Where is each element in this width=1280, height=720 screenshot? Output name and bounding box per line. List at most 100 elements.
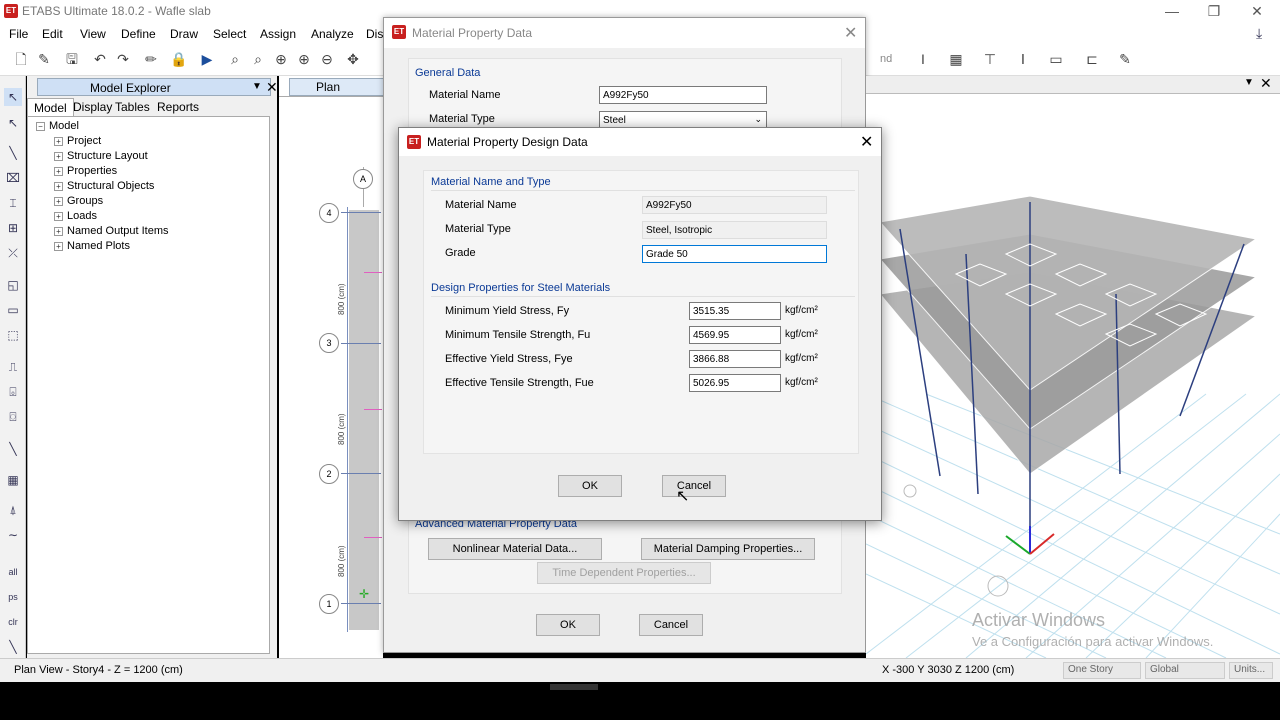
frame-icon[interactable]: ▦ [947,50,965,68]
3d-view-window[interactable]: ▼ ✕ Activar Windows Ve a Configuración p… [866,75,1280,658]
expand-icon[interactable]: + [54,136,63,146]
tree-item-properties[interactable]: + Properties [54,164,117,179]
menu-edit[interactable]: Edit [42,27,63,41]
expand-icon[interactable]: + [54,211,63,221]
nonlinear-material-data-button[interactable]: Nonlinear Material Data... [428,538,602,560]
min-yield-stress-input[interactable]: 3515.35 [689,302,781,320]
menu-draw[interactable]: Draw [170,27,198,41]
new-model-icon[interactable]: 🗋 [12,50,30,68]
tab-reports[interactable]: Reports [151,98,205,116]
material-damping-properties-button[interactable]: Material Damping Properties... [641,538,815,560]
select-all-icon[interactable]: all [4,563,22,581]
zoom-out-icon[interactable]: ⊕ [295,50,313,68]
open-icon[interactable]: ✎ [35,50,53,68]
draw-column-icon[interactable]: ⌶ [4,194,22,212]
beam-icon[interactable]: ⊤ [981,50,999,68]
draw-section-cut-icon[interactable]: ⍋ [4,501,22,519]
expand-icon[interactable]: + [54,166,63,176]
text-tool-icon[interactable]: I [914,50,932,68]
minimize-icon[interactable]: — [1161,2,1183,20]
pencil-icon[interactable]: ✏ [142,50,160,68]
wall-icon[interactable]: ⊏ [1083,50,1101,68]
draw-brace-icon[interactable]: ⌧ [4,169,22,187]
undo-icon[interactable]: ↶ [91,50,109,68]
draw-area-icon[interactable]: ◱ [4,276,22,294]
tree-item-structural-objects[interactable]: + Structural Objects [54,179,154,194]
menu-analyze[interactable]: Analyze [311,27,354,41]
ok-button[interactable]: OK [558,475,622,497]
expand-icon[interactable]: + [54,181,63,191]
expand-icon[interactable]: + [54,226,63,236]
close-icon[interactable]: ✕ [1246,2,1268,20]
tree-item-named-output-items[interactable]: + Named Output Items [54,224,169,239]
min-tensile-strength-input[interactable]: 4569.95 [689,326,781,344]
time-dependent-properties-button[interactable]: Time Dependent Properties... [537,562,711,584]
zoom-restore-icon[interactable]: ⌕ [249,50,267,68]
story-select[interactable]: One Story [1063,662,1141,679]
tree-item-groups[interactable]: + Groups [54,194,103,209]
draw-quick-area-icon[interactable]: ⬚ [4,326,22,344]
expand-icon[interactable]: + [54,151,63,161]
taskbar-app-indicator[interactable] [550,684,598,690]
menu-select[interactable]: Select [213,27,246,41]
draw-style-icon[interactable]: ✎ [1116,50,1134,68]
tree-item-project[interactable]: + Project [54,134,101,149]
plan-view-tab[interactable]: Plan View - St [289,78,384,122]
explorer-close-icon[interactable]: ✕ [266,79,278,96]
coordinate-system-select[interactable]: Global [1145,662,1225,679]
cancel-button[interactable]: Cancel [662,475,726,497]
expand-icon[interactable]: + [54,196,63,206]
zoom-fit-icon[interactable]: ⊖ [318,50,336,68]
draw-opening-icon[interactable]: ⌼ [4,408,22,426]
clear-selection-icon[interactable]: clr [4,613,22,631]
download-icon[interactable]: ⤓ [1256,25,1262,42]
draw-wall-icon[interactable]: ⎍ [4,358,22,376]
save-icon[interactable]: 🖫 [63,50,81,68]
redo-icon[interactable]: ↷ [114,50,132,68]
menu-assign[interactable]: Assign [260,27,296,41]
ok-button[interactable]: OK [536,614,600,636]
zoom-in-icon[interactable]: ⊕ [272,50,290,68]
menu-define[interactable]: Define [121,27,156,41]
run-analysis-icon[interactable]: ▶ [198,50,216,68]
draw-wall-stack-icon[interactable]: ⌻ [4,383,22,401]
zoom-window-icon[interactable]: ⌕ [226,50,244,68]
pin-dropdown-icon[interactable]: ▼ [252,81,262,92]
effective-yield-stress-input[interactable]: 3866.88 [689,350,781,368]
previous-selection-icon[interactable]: ps [4,588,22,606]
draw-link-icon[interactable]: ╲ [4,440,22,458]
draw-line-icon[interactable]: ╲ [4,144,22,162]
tree-item-structure-layout[interactable]: + Structure Layout [54,149,148,164]
dialog-close-icon[interactable]: ✕ [844,23,857,43]
view-close-icon[interactable]: ✕ [1260,75,1272,92]
draw-rect-area-icon[interactable]: ▭ [4,301,22,319]
menu-view[interactable]: View [80,27,106,41]
collapse-icon[interactable]: − [36,121,45,131]
reshape-icon[interactable]: ↖ [4,114,22,132]
grade-input[interactable]: Grade 50 [642,245,827,263]
tab-tables[interactable]: Tables [109,98,156,116]
draw-grid-icon[interactable]: ▦ [4,471,22,489]
restore-icon[interactable]: ❐ [1203,2,1225,20]
intersecting-line-icon[interactable]: ╲ [4,638,22,656]
tree-item-named-plots[interactable]: + Named Plots [54,239,130,254]
units-button[interactable]: Units... [1229,662,1273,679]
effective-tensile-strength-input[interactable]: 5026.95 [689,374,781,392]
pointer-icon[interactable]: ↖ [4,88,22,106]
draw-beam-grid-icon[interactable]: ⊞ [4,219,22,237]
menu-file[interactable]: File [9,27,28,41]
cancel-button[interactable]: Cancel [639,614,703,636]
tree-root-model[interactable]: − Model [36,119,79,134]
draw-tendon-icon[interactable]: ∼ [4,526,22,544]
slab-icon[interactable]: ▭ [1047,50,1065,68]
tree-item-loads[interactable]: + Loads [54,209,97,224]
view-dropdown-icon[interactable]: ▼ [1244,77,1254,88]
expand-icon[interactable]: + [54,241,63,251]
column-icon[interactable]: Ⅰ [1014,50,1032,68]
dialog-close-icon[interactable]: ✕ [860,132,873,152]
plan-view-canvas[interactable]: A 4 3 2 1 800 (cm) 800 (cm) 800 (cm) ✛ [279,96,383,658]
menu-display[interactable]: Dis [366,27,383,41]
draw-bracing-icon[interactable]: ⤫ [4,244,22,262]
pan-icon[interactable]: ✥ [344,50,362,68]
material-name-input[interactable]: A992Fy50 [599,86,767,104]
